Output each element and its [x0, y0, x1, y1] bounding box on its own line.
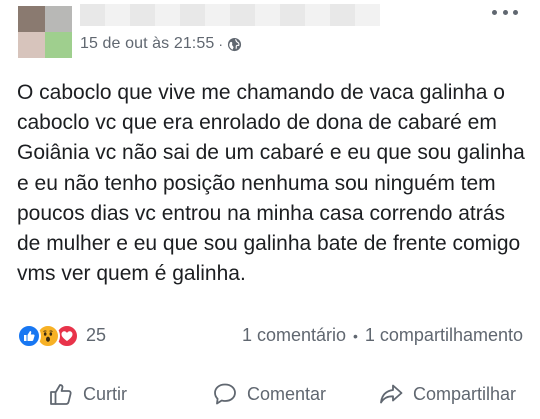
share-button[interactable]: Compartilhar [378, 374, 516, 414]
divider [17, 366, 523, 367]
author-name-redacted[interactable] [80, 4, 380, 26]
like-button[interactable]: Curtir [48, 374, 127, 414]
globe-icon [227, 37, 242, 52]
reactions-summary: 25 1 comentário • 1 compartilhamento [0, 322, 540, 350]
comment-icon [214, 383, 236, 405]
like-reaction-icon [17, 324, 41, 348]
timestamp[interactable]: 15 de out às 21:55 [80, 35, 214, 53]
comment-button[interactable]: Comentar [212, 374, 326, 414]
like-label: Curtir [83, 383, 127, 404]
comment-count[interactable]: 1 comentário [242, 325, 346, 346]
share-arrow-icon [380, 384, 403, 404]
more-options-icon[interactable] [492, 6, 518, 18]
comment-label: Comentar [247, 383, 327, 404]
reaction-icons[interactable] [17, 324, 81, 348]
thumbs-up-icon [50, 384, 72, 405]
post-actions: Curtir Comentar Compartilhar [0, 374, 540, 414]
engagement-counts: 1 comentário • 1 compartilhamento [242, 325, 523, 346]
reaction-count[interactable]: 25 [86, 325, 106, 346]
share-count[interactable]: 1 compartilhamento [365, 325, 523, 346]
post-meta: 15 de out às 21:55 · [80, 33, 242, 55]
engagement-separator: • [353, 327, 358, 344]
share-label: Compartilhar [413, 383, 517, 404]
post-header: 15 de out às 21:55 · [0, 0, 540, 62]
meta-separator: · [218, 36, 224, 52]
post-text: O caboclo que vive me chamando de vaca g… [17, 81, 525, 286]
avatar[interactable] [18, 6, 72, 58]
